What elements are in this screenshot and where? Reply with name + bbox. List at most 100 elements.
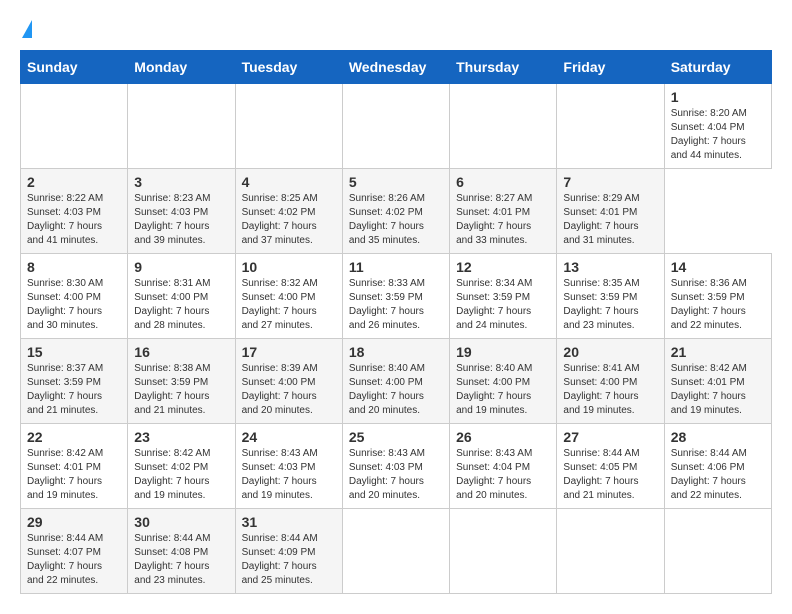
header-thursday: Thursday — [450, 51, 557, 84]
day-number: 15 — [27, 344, 121, 360]
calendar-cell: 26 Sunrise: 8:43 AMSunset: 4:04 PMDayligh… — [450, 424, 557, 509]
day-info: Sunrise: 8:34 AMSunset: 3:59 PMDaylight:… — [456, 277, 550, 333]
day-info: Sunrise: 8:29 AMSunset: 4:01 PMDaylight:… — [563, 192, 657, 248]
header-sunday: Sunday — [21, 51, 128, 84]
calendar-cell: 2Sunrise: 8:22 AMSunset: 4:03 PMDaylight… — [21, 169, 128, 254]
day-number: 23 — [134, 429, 228, 445]
calendar-cell: 28 Sunrise: 8:44 AMSunset: 4:06 PMDayligh… — [664, 424, 771, 509]
calendar-cell: 31Sunrise: 8:44 AMSunset: 4:09 PMDayligh… — [235, 509, 342, 594]
day-info: Sunrise: 8:26 AMSunset: 4:02 PMDaylight:… — [349, 192, 443, 248]
calendar-cell: 11Sunrise: 8:33 AMSunset: 3:59 PMDayligh… — [342, 254, 449, 339]
day-info: Sunrise: 8:35 AMSunset: 3:59 PMDaylight:… — [563, 277, 657, 333]
calendar-week-4: 15 Sunrise: 8:37 AMSunset: 3:59 PMDayligh… — [21, 339, 772, 424]
day-number: 31 — [242, 514, 336, 530]
day-info: Sunrise: 8:37 AMSunset: 3:59 PMDaylight:… — [27, 362, 121, 418]
calendar-cell — [450, 509, 557, 594]
calendar-cell — [450, 84, 557, 169]
day-number: 10 — [242, 259, 336, 275]
day-info: Sunrise: 8:41 AMSunset: 4:00 PMDaylight:… — [563, 362, 657, 418]
day-number: 22 — [27, 429, 121, 445]
day-number: 16 — [134, 344, 228, 360]
day-number: 24 — [242, 429, 336, 445]
calendar-cell: 9 Sunrise: 8:31 AMSunset: 4:00 PMDaylight… — [128, 254, 235, 339]
calendar-week-6: 29 Sunrise: 8:44 AMSunset: 4:07 PMDayligh… — [21, 509, 772, 594]
calendar-cell — [128, 84, 235, 169]
calendar-week-3: 8 Sunrise: 8:30 AMSunset: 4:00 PMDaylight… — [21, 254, 772, 339]
day-info: Sunrise: 8:43 AMSunset: 4:03 PMDaylight:… — [242, 447, 336, 503]
day-number: 26 — [456, 429, 550, 445]
day-info: Sunrise: 8:40 AMSunset: 4:00 PMDaylight:… — [349, 362, 443, 418]
day-number: 8 — [27, 259, 121, 275]
calendar-cell: 27 Sunrise: 8:44 AMSunset: 4:05 PMDayligh… — [557, 424, 664, 509]
day-info: Sunrise: 8:44 AMSunset: 4:05 PMDaylight:… — [563, 447, 657, 503]
header-wednesday: Wednesday — [342, 51, 449, 84]
day-info: Sunrise: 8:39 AMSunset: 4:00 PMDaylight:… — [242, 362, 336, 418]
day-info: Sunrise: 8:43 AMSunset: 4:04 PMDaylight:… — [456, 447, 550, 503]
calendar-cell: 7 Sunrise: 8:29 AMSunset: 4:01 PMDaylight… — [557, 169, 664, 254]
calendar-cell: 18 Sunrise: 8:40 AMSunset: 4:00 PMDayligh… — [342, 339, 449, 424]
header-monday: Monday — [128, 51, 235, 84]
day-info: Sunrise: 8:20 AMSunset: 4:04 PMDaylight:… — [671, 107, 765, 163]
day-info: Sunrise: 8:44 AMSunset: 4:06 PMDaylight:… — [671, 447, 765, 503]
day-info: Sunrise: 8:30 AMSunset: 4:00 PMDaylight:… — [27, 277, 121, 333]
calendar-cell: 4 Sunrise: 8:25 AMSunset: 4:02 PMDaylight… — [235, 169, 342, 254]
day-info: Sunrise: 8:42 AMSunset: 4:02 PMDaylight:… — [134, 447, 228, 503]
day-info: Sunrise: 8:23 AMSunset: 4:03 PMDaylight:… — [134, 192, 228, 248]
day-number: 13 — [563, 259, 657, 275]
day-info: Sunrise: 8:32 AMSunset: 4:00 PMDaylight:… — [242, 277, 336, 333]
day-info: Sunrise: 8:27 AMSunset: 4:01 PMDaylight:… — [456, 192, 550, 248]
day-info: Sunrise: 8:43 AMSunset: 4:03 PMDaylight:… — [349, 447, 443, 503]
day-number: 3 — [134, 174, 228, 190]
day-info: Sunrise: 8:38 AMSunset: 3:59 PMDaylight:… — [134, 362, 228, 418]
calendar-cell: 14 Sunrise: 8:36 AMSunset: 3:59 PMDayligh… — [664, 254, 771, 339]
calendar-week-2: 2Sunrise: 8:22 AMSunset: 4:03 PMDaylight… — [21, 169, 772, 254]
calendar-cell: 12 Sunrise: 8:34 AMSunset: 3:59 PMDayligh… — [450, 254, 557, 339]
calendar-cell: 20 Sunrise: 8:41 AMSunset: 4:00 PMDayligh… — [557, 339, 664, 424]
day-number: 28 — [671, 429, 765, 445]
calendar-cell: 29 Sunrise: 8:44 AMSunset: 4:07 PMDayligh… — [21, 509, 128, 594]
day-info: Sunrise: 8:36 AMSunset: 3:59 PMDaylight:… — [671, 277, 765, 333]
day-number: 25 — [349, 429, 443, 445]
calendar-cell: 1Sunrise: 8:20 AMSunset: 4:04 PMDaylight… — [664, 84, 771, 169]
day-number: 27 — [563, 429, 657, 445]
calendar-cell — [557, 84, 664, 169]
day-info: Sunrise: 8:42 AMSunset: 4:01 PMDaylight:… — [27, 447, 121, 503]
calendar-cell: 19Sunrise: 8:40 AMSunset: 4:00 PMDayligh… — [450, 339, 557, 424]
day-number: 20 — [563, 344, 657, 360]
page-header — [20, 20, 772, 34]
day-number: 6 — [456, 174, 550, 190]
day-number: 19 — [456, 344, 550, 360]
day-info: Sunrise: 8:44 AMSunset: 4:07 PMDaylight:… — [27, 532, 121, 588]
day-info: Sunrise: 8:31 AMSunset: 4:00 PMDaylight:… — [134, 277, 228, 333]
logo — [20, 20, 32, 34]
day-number: 7 — [563, 174, 657, 190]
calendar-cell — [664, 509, 771, 594]
day-number: 4 — [242, 174, 336, 190]
calendar-week-1: 1Sunrise: 8:20 AMSunset: 4:04 PMDaylight… — [21, 84, 772, 169]
calendar-cell: 17Sunrise: 8:39 AMSunset: 4:00 PMDayligh… — [235, 339, 342, 424]
day-number: 29 — [27, 514, 121, 530]
day-number: 12 — [456, 259, 550, 275]
day-number: 5 — [349, 174, 443, 190]
header-tuesday: Tuesday — [235, 51, 342, 84]
calendar-cell — [21, 84, 128, 169]
day-number: 9 — [134, 259, 228, 275]
calendar-cell: 5 Sunrise: 8:26 AMSunset: 4:02 PMDaylight… — [342, 169, 449, 254]
day-number: 11 — [349, 259, 443, 275]
calendar-cell: 16 Sunrise: 8:38 AMSunset: 3:59 PMDayligh… — [128, 339, 235, 424]
day-number: 18 — [349, 344, 443, 360]
calendar-cell: 24 Sunrise: 8:43 AMSunset: 4:03 PMDayligh… — [235, 424, 342, 509]
calendar-cell: 21Sunrise: 8:42 AMSunset: 4:01 PMDayligh… — [664, 339, 771, 424]
calendar-cell — [235, 84, 342, 169]
calendar-table: SundayMondayTuesdayWednesdayThursdayFrid… — [20, 50, 772, 594]
calendar-week-5: 22 Sunrise: 8:42 AMSunset: 4:01 PMDayligh… — [21, 424, 772, 509]
day-number: 14 — [671, 259, 765, 275]
day-info: Sunrise: 8:25 AMSunset: 4:02 PMDaylight:… — [242, 192, 336, 248]
day-info: Sunrise: 8:22 AMSunset: 4:03 PMDaylight:… — [27, 192, 121, 248]
calendar-cell — [342, 84, 449, 169]
calendar-cell: 13 Sunrise: 8:35 AMSunset: 3:59 PMDayligh… — [557, 254, 664, 339]
header-friday: Friday — [557, 51, 664, 84]
calendar-cell: 3 Sunrise: 8:23 AMSunset: 4:03 PMDaylight… — [128, 169, 235, 254]
calendar-cell: 8 Sunrise: 8:30 AMSunset: 4:00 PMDaylight… — [21, 254, 128, 339]
calendar-cell: 10 Sunrise: 8:32 AMSunset: 4:00 PMDayligh… — [235, 254, 342, 339]
